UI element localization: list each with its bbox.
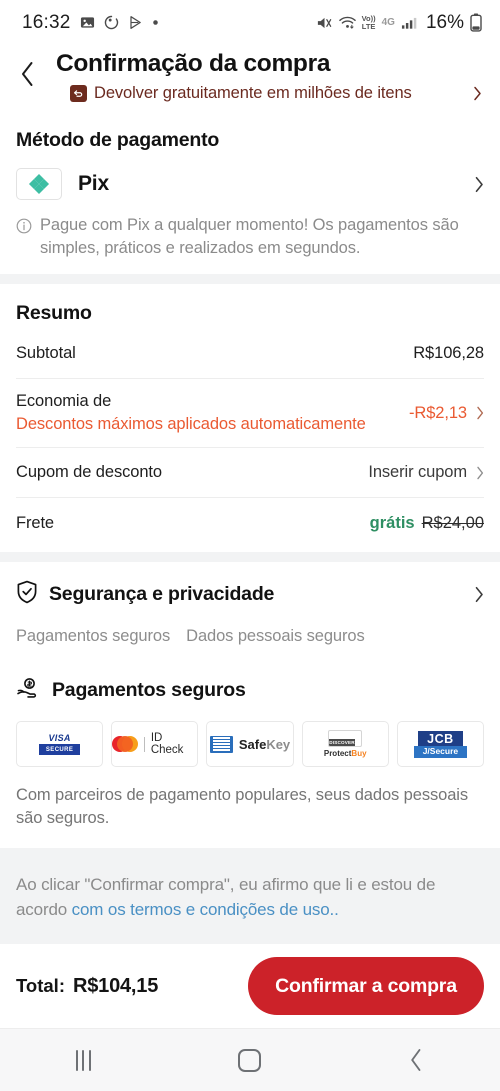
- safekey-label: SafeKey: [238, 736, 291, 752]
- status-time: 16:32: [22, 11, 71, 33]
- shield-check-icon: [16, 580, 38, 609]
- payment-method-note-text: Pague com Pix a qualquer momento! Os pag…: [40, 216, 459, 257]
- secure-payments-note: Com parceiros de pagamento populares, se…: [16, 786, 468, 827]
- summary-title: Resumo: [16, 302, 92, 324]
- shipping-original-price: R$24,00: [421, 513, 484, 532]
- payment-method-name: Pix: [78, 172, 109, 195]
- security-section: Segurança e privacidade Pagamentos segur…: [0, 562, 500, 654]
- jcb-jsecure-badge: JCB J/Secure: [396, 721, 485, 767]
- secure-payments-section: Pagamentos seguros VISA SECURE ID Check: [0, 654, 500, 848]
- visa-secure-label: SECURE: [38, 744, 81, 755]
- volte-sub: LTE: [361, 21, 376, 31]
- payment-method-section: Método de pagamento Pix Pague com Pix a …: [0, 113, 500, 274]
- confirm-purchase-button[interactable]: Confirmar a compra: [248, 957, 484, 1015]
- signal-icon: [401, 16, 418, 30]
- visa-secure-badge: VISA SECURE: [16, 721, 104, 767]
- jcb-brand-label: JCB: [418, 730, 463, 746]
- hand-coin-icon: [16, 676, 42, 705]
- visa-brand-label: VISA: [48, 733, 71, 743]
- info-circle-icon: [16, 214, 32, 260]
- battery-icon: [470, 13, 482, 32]
- security-tag: Pagamentos seguros: [16, 627, 171, 645]
- battery-percent: 16%: [425, 11, 464, 33]
- payment-method-note: Pague com Pix a qualquer momento! Os pag…: [16, 214, 484, 260]
- summary-label: Economia de: [16, 392, 112, 410]
- page-title: Confirmação da compra: [56, 50, 331, 77]
- spinner-icon: [104, 15, 119, 30]
- back-button[interactable]: [0, 49, 56, 87]
- terms-disclaimer: Ao clicar "Confirmar compra", eu afirmo …: [0, 848, 500, 944]
- summary-label: Cupom de desconto: [16, 463, 162, 481]
- discover-protectbuy-badge: DISCOVER ProtectBuy: [301, 721, 389, 767]
- free-return-label: Devolver gratuitamente em milhões de ite…: [94, 84, 412, 102]
- summary-row-savings[interactable]: Economia de Descontos máximos aplicados …: [16, 379, 484, 448]
- id-check-label: ID Check: [150, 732, 184, 756]
- terms-link[interactable]: com os termos e condições de uso..: [72, 900, 339, 919]
- pix-logo-icon: [16, 168, 62, 200]
- network-label: 4G: [381, 17, 395, 28]
- secure-payments-title: Pagamentos seguros: [52, 679, 246, 701]
- summary-row-coupon[interactable]: Cupom de desconto Inserir cupom: [16, 448, 484, 498]
- status-bar-right: Vo)) LTE 4G 16%: [316, 12, 482, 34]
- return-arrow-icon: [70, 85, 87, 102]
- mute-icon: [316, 15, 333, 31]
- chevron-right-icon: [474, 586, 484, 603]
- security-title: Segurança e privacidade: [49, 583, 275, 605]
- chevron-right-icon: [476, 466, 484, 480]
- divider: [143, 736, 145, 752]
- discover-brand-label: DISCOVER: [329, 739, 355, 746]
- total-display: Total: R$104,15: [16, 975, 158, 998]
- free-return-banner[interactable]: Devolver gratuitamente em milhões de ite…: [56, 84, 482, 103]
- payment-method-title: Método de pagamento: [16, 129, 220, 151]
- android-nav-bar: [0, 1028, 500, 1091]
- summary-value: -R$2,13: [408, 403, 467, 422]
- summary-value: R$106,28: [413, 344, 484, 362]
- checkout-bottom-bar: Total: R$104,15 Confirmar a compra: [0, 944, 500, 1028]
- shipping-free-label: grátis: [369, 513, 415, 532]
- discover-logo-icon: DISCOVER: [328, 730, 363, 747]
- total-label: Total:: [16, 974, 65, 996]
- total-value: R$104,15: [72, 974, 159, 997]
- coupon-action-label[interactable]: Inserir cupom: [368, 463, 467, 482]
- security-tag: Dados pessoais seguros: [186, 627, 365, 645]
- status-bar-left: 16:32: [22, 12, 159, 34]
- photo-icon: [80, 15, 95, 30]
- home-icon[interactable]: [205, 1038, 295, 1082]
- recents-icon[interactable]: [38, 1038, 128, 1082]
- dot-icon: [152, 19, 159, 26]
- protectbuy-label: ProtectBuy: [323, 749, 367, 758]
- mastercard-id-check-badge: ID Check: [111, 721, 199, 767]
- amex-logo-icon: [209, 735, 233, 753]
- back-icon[interactable]: [372, 1038, 462, 1082]
- summary-row-subtotal: Subtotal R$106,28: [16, 329, 484, 379]
- chevron-right-icon: [473, 86, 482, 101]
- app-screen: 16:32 Vo)) LTE 4G 16% Confirmação da com…: [0, 0, 500, 1091]
- payment-method-row[interactable]: Pix: [16, 168, 484, 200]
- payment-badges: VISA SECURE ID Check SafeKey DISCOVER Pr…: [16, 721, 485, 767]
- mastercard-logo-icon: [112, 736, 138, 752]
- chevron-right-icon: [476, 406, 484, 420]
- amex-safekey-badge: SafeKey: [206, 721, 294, 767]
- volte-icon: Vo)) LTE: [362, 15, 376, 30]
- status-bar: 16:32 Vo)) LTE 4G 16%: [0, 0, 500, 45]
- summary-sublabel: Descontos máximos aplicados automaticame…: [16, 415, 366, 433]
- section-divider: [0, 274, 500, 284]
- play-store-icon: [128, 15, 143, 30]
- summary-section: Resumo Subtotal R$106,28 Economia de Des…: [0, 284, 500, 552]
- security-tags: Pagamentos seguros Dados pessoais seguro…: [16, 627, 484, 646]
- section-divider: [0, 552, 500, 562]
- summary-row-shipping: Frete grátis R$24,00: [16, 498, 484, 548]
- secure-payments-header: Pagamentos seguros: [16, 676, 484, 705]
- wifi-icon: [338, 15, 356, 30]
- page-header: Confirmação da compra Devolver gratuitam…: [0, 45, 500, 113]
- summary-label: Subtotal: [16, 344, 76, 362]
- chevron-right-icon: [474, 176, 484, 193]
- security-header[interactable]: Segurança e privacidade: [16, 580, 484, 609]
- summary-label: Frete: [16, 513, 55, 532]
- jsecure-label: J/Secure: [413, 745, 468, 758]
